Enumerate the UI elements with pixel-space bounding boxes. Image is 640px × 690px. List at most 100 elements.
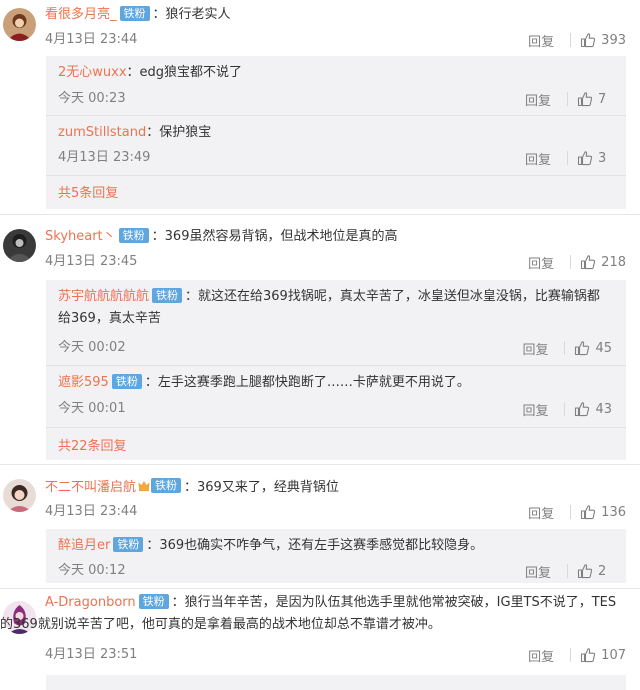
avatar[interactable] [3,479,36,512]
like-count: 107 [601,647,626,663]
fan-badge[interactable]: 铁粉 [138,594,169,609]
comment-content: 不二不叫潘启航 铁粉 ：369又来了，经典背锅位 [45,477,630,499]
comment-text: ：369虽然容易背锅，但战术地位是真的高 [151,229,398,244]
reply-button[interactable]: 回复 [525,90,551,109]
thumbs-up-icon [577,564,593,579]
username-link[interactable]: Skyheart丶 [45,229,116,244]
thumbs-up-icon [581,648,596,663]
username-link[interactable]: 苏宇航航航航航 [58,289,149,304]
like-button[interactable]: 393 [580,32,626,48]
like-count: 7 [598,91,607,107]
thumbs-up-icon [581,255,596,270]
fan-badge[interactable]: 铁粉 [151,478,182,493]
fan-badge[interactable]: 铁粉 [111,374,142,389]
reply-actions: 回复 43 [522,399,612,419]
comment-time: 4月13日 23:44 [45,32,138,47]
reply-actions: 回复 2 [525,561,612,581]
divider [570,648,572,662]
reply-time: 4月13日 23:49 [58,150,151,165]
reply-list: 苏宇航航航航航 铁粉 ：就这还在给369找锅呢，真太辛苦了，冰皇送但冰皇没锅，比赛输… [46,280,626,460]
reply-actions: 回复 3 [525,148,612,168]
reply-button[interactable]: 回复 [528,646,554,665]
reply-button[interactable]: 回复 [525,149,551,168]
username-link[interactable]: 醉追月er [58,538,110,553]
avatar[interactable] [3,229,36,262]
thumbs-up-icon [577,92,593,107]
like-count: 218 [601,254,626,270]
like-button[interactable]: 3 [577,150,612,166]
fan-badge[interactable]: 铁粉 [119,6,150,21]
username-link[interactable]: 看很多月亮_ [45,7,117,22]
username-link[interactable]: A-Dragonborn [45,595,136,610]
avatar[interactable] [3,8,36,41]
reply-item: zumStillstand：保护狼宝 4月13日 23:49 回复 3 [46,116,626,176]
fan-badge[interactable]: 铁粉 [118,228,149,243]
comment-item: 不二不叫潘启航 铁粉 ：369又来了，经典背锅位 4月13日 23:44 回复 13… [0,465,640,589]
more-replies-link[interactable]: 共22条回复 [58,437,127,457]
divider [567,564,568,578]
like-button[interactable]: 43 [574,401,612,417]
thumbs-up-icon [575,341,590,356]
username-link[interactable]: 不二不叫潘启航 [45,480,136,495]
fan-badge[interactable]: 铁粉 [152,288,183,303]
like-count: 393 [601,32,626,48]
thumbs-up-icon [577,151,593,166]
like-button[interactable]: 45 [574,340,612,356]
comment-actions: 回复 107 [528,645,626,665]
username-link[interactable]: 遮影595 [58,375,109,390]
comment-content: 看很多月亮_ 铁粉 ：狼行老实人 [45,4,630,26]
divider [564,341,566,355]
reply-text: ：edg狼宝都不说了 [126,65,243,80]
like-button[interactable]: 136 [580,504,626,520]
comment-content: Skyheart丶 铁粉 ：369虽然容易背锅，但战术地位是真的高 [45,226,630,248]
reply-actions: 回复 45 [522,338,612,358]
comment-item: Skyheart丶 铁粉 ：369虽然容易背锅，但战术地位是真的高 4月13日 23… [0,215,640,465]
like-button[interactable]: 107 [580,647,626,663]
username-link[interactable]: zumStillstand [58,125,146,140]
reply-button[interactable]: 回复 [528,253,554,272]
like-button[interactable]: 7 [577,91,612,107]
reply-button[interactable]: 回复 [528,503,554,522]
reply-button[interactable]: 回复 [522,400,548,419]
like-count: 3 [598,150,607,166]
thumbs-up-icon [575,402,590,417]
reply-button[interactable]: 回复 [525,562,551,581]
reply-time: 今天 00:12 [58,563,126,578]
reply-time: 今天 00:01 [58,401,126,416]
reply-item: 醉追月er 铁粉 ：369也确实不咋争气，还有左手这赛季感觉都比较隐身。 今天 00… [46,529,626,583]
reply-button[interactable]: 回复 [528,31,554,50]
reply-item: 遮影595 铁粉 ：左手这赛季跑上腿都快跑断了……卡萨就更不用说了。 今天 00:0… [46,366,626,428]
reply-time: 今天 00:23 [58,91,126,106]
username-link[interactable]: 2无心wuxx [58,65,127,80]
divider [570,255,572,269]
fan-badge[interactable]: 铁粉 [113,537,144,552]
comment-item: 看很多月亮_ 铁粉 ：狼行老实人 4月13日 23:44 回复 393 2无心wux… [0,0,640,215]
reply-item: 2无心wuxx：edg狼宝都不说了 今天 00:23 回复 7 [46,56,626,116]
comment-text: ：狼行老实人 [152,7,231,22]
reply-actions: 回复 7 [525,89,612,109]
thumbs-up-icon [581,505,596,520]
reply-content: 2无心wuxx：edg狼宝都不说了 [58,62,616,84]
divider [570,505,572,519]
thumbs-up-icon [581,33,596,48]
comment-actions: 回复 136 [528,502,626,522]
reply-list: 醉追月er 铁粉 ：369也确实不咋争气，还有左手这赛季感觉都比较隐身。 今天 00… [46,529,626,583]
comment-text: ：369又来了，经典背锅位 [184,480,339,495]
comment-text-line2: 的369就别说辛苦了吧，他可真的是拿着最高的战术地位却总不靠谱才被冲。 [0,617,441,632]
reply-item: 苏宇航航航航航 铁粉 ：就这还在给369找锅呢，真太辛苦了，冰皇送但冰皇没锅，比赛输… [46,280,626,366]
comment-time: 4月13日 23:51 [45,647,138,662]
reply-button[interactable]: 回复 [522,339,548,358]
like-button[interactable]: 218 [580,254,626,270]
reply-text: ：保护狼宝 [146,125,212,140]
reply-text: ：就这还在给369找锅呢，真太辛苦了，冰皇送但冰皇没锅，比赛输锅都 [185,289,600,304]
crown-icon [138,481,150,491]
like-count: 2 [598,563,607,579]
comment-item: A-Dragonborn 铁粉 ：狼行当年辛苦，是因为队伍其他选手里就他常被突破，I… [0,589,640,690]
like-count: 45 [595,340,612,356]
comment-content: A-Dragonborn 铁粉 ：狼行当年辛苦，是因为队伍其他选手里就他常被突破，I… [0,592,630,636]
reply-list-edge [46,675,626,690]
more-replies-link[interactable]: 共5条回复 [58,184,118,204]
like-button[interactable]: 2 [577,563,612,579]
comment-actions: 回复 393 [528,30,626,50]
reply-content: 苏宇航航航航航 铁粉 ：就这还在给369找锅呢，真太辛苦了，冰皇送但冰皇没锅，比赛输… [58,286,616,330]
